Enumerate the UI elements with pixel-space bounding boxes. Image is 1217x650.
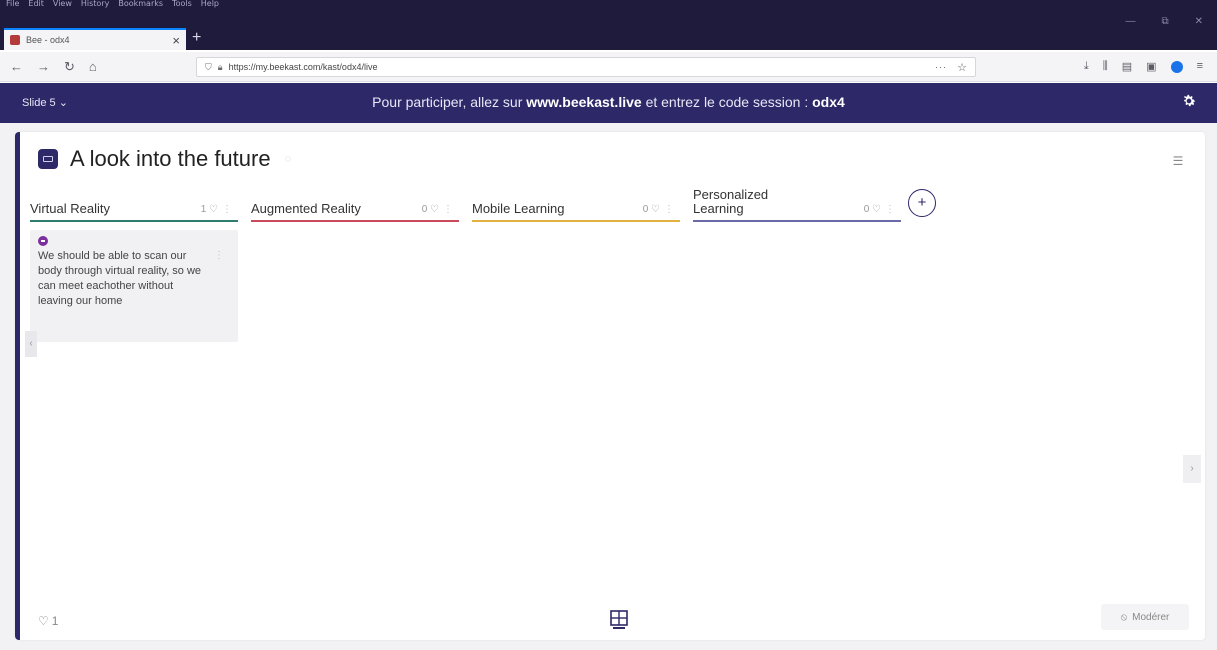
browser-tabbar: Bee - odx4 × + — ⧉ ✕ (0, 10, 1217, 50)
column-name: Virtual Reality (30, 201, 110, 216)
menu-view[interactable]: View (53, 0, 72, 8)
menu-bookmarks[interactable]: Bookmarks (118, 0, 163, 8)
session-site: www.beekast.live (526, 94, 642, 110)
menu-edit[interactable]: Edit (28, 0, 44, 8)
scroll-right-arrow-icon[interactable]: › (1183, 455, 1201, 483)
lock-icon[interactable]: 🔒︎ (218, 62, 223, 73)
idea-options-icon[interactable]: ⋮ (214, 250, 224, 261)
scroll-left-arrow-icon[interactable]: ‹ (25, 331, 37, 357)
session-instructions: Pour participer, allez sur www.beekast.l… (0, 94, 1217, 110)
tab-title: Bee - odx4 (26, 35, 70, 45)
column-color-bar (693, 220, 901, 222)
column-name: Augmented Reality (251, 201, 361, 216)
add-column-button[interactable]: + (908, 189, 936, 217)
column-name: Mobile Learning (472, 201, 565, 216)
column-name: Personalized Learning (693, 187, 769, 216)
column-options-icon[interactable]: ⋮ (443, 204, 453, 215)
board-layout-icon[interactable] (610, 610, 628, 630)
brainstorm-card: A look into the future ◌ ☰ Virtual Reali… (15, 132, 1205, 640)
browser-menubar: File Edit View History Bookmarks Tools H… (0, 0, 1217, 10)
minimize-icon[interactable]: — (1125, 16, 1135, 27)
activity-icon (38, 149, 58, 169)
page-actions-icon[interactable]: ··· (935, 62, 947, 72)
new-tab-icon[interactable]: + (192, 29, 201, 47)
home-icon[interactable]: ⌂ (89, 59, 97, 75)
url-bar[interactable]: ⛉ 🔒︎ https://my.beekast.com/kast/odx4/li… (196, 57, 976, 77)
hamburger-menu-icon[interactable]: ≡ (1197, 60, 1203, 73)
column-like-count: 0 ♡ (421, 204, 439, 215)
maximize-icon[interactable]: ⧉ (1161, 16, 1168, 27)
column-color-bar (30, 220, 238, 222)
browser-navbar: ← → ↻ ⌂ ⛉ 🔒︎ https://my.beekast.com/kast… (0, 52, 1217, 82)
window-controls: — ⧉ ✕ (1125, 16, 1203, 27)
sidebar-icon[interactable]: ▤ (1122, 60, 1132, 73)
column-personalized-learning[interactable]: Personalized Learning 0 ♡ ⋮ (693, 185, 901, 222)
moderate-label: Modérer (1132, 611, 1170, 623)
moderate-button[interactable]: ⦸ Modérer (1101, 604, 1189, 630)
board-menu-icon[interactable]: ☰ (1167, 154, 1189, 172)
close-tab-icon[interactable]: × (172, 33, 180, 48)
menu-file[interactable]: File (6, 0, 19, 8)
column-options-icon[interactable]: ⋮ (664, 204, 674, 215)
board-title-row: A look into the future ◌ (38, 146, 291, 172)
moderate-shield-icon: ⦸ (1120, 611, 1128, 623)
menu-tools[interactable]: Tools (172, 0, 192, 8)
column-like-count: 0 ♡ (642, 204, 660, 215)
back-icon[interactable]: ← (10, 59, 23, 75)
page-title: A look into the future (70, 146, 271, 171)
lightbulb-icon: ◌ (284, 153, 292, 165)
settings-gear-icon[interactable] (1181, 93, 1197, 109)
column-virtual-reality[interactable]: Virtual Reality 1 ♡ ⋮ (30, 185, 238, 222)
column-color-bar (251, 220, 459, 222)
board-stage: A look into the future ◌ ☰ Virtual Reali… (0, 123, 1217, 650)
participant-avatar-icon (38, 236, 48, 246)
pocket-icon[interactable]: ▣ (1146, 60, 1156, 73)
idea-text: We should be able to scan our body throu… (38, 250, 202, 307)
library-icon[interactable]: ⫼ (1103, 60, 1108, 73)
idea-card[interactable]: We should be able to scan our body throu… (30, 230, 238, 342)
session-header: Slide 5 ⌄ Pour participer, allez sur www… (0, 83, 1217, 123)
column-like-count: 0 ♡ (863, 204, 881, 215)
reload-icon[interactable]: ↻ (64, 59, 75, 75)
bookmark-star-icon[interactable]: ☆ (957, 61, 967, 74)
close-window-icon[interactable]: ✕ (1195, 16, 1203, 27)
download-icon[interactable]: ⤓ (1084, 60, 1089, 73)
total-ideas-count: 1 (51, 614, 59, 628)
browser-tab[interactable]: Bee - odx4 × (4, 28, 186, 50)
column-mobile-learning[interactable]: Mobile Learning 0 ♡ ⋮ (472, 185, 680, 222)
extension-icon[interactable] (1170, 61, 1183, 73)
total-ideas-counter: ♡ 1 (38, 614, 58, 628)
forward-icon[interactable]: → (37, 59, 50, 75)
url-text[interactable]: https://my.beekast.com/kast/odx4/live (229, 62, 936, 72)
column-augmented-reality[interactable]: Augmented Reality 0 ♡ ⋮ (251, 185, 459, 222)
session-prefix: Pour participer, allez sur (372, 94, 527, 110)
menu-history[interactable]: History (81, 0, 109, 8)
lightbulb-icon: ♡ (38, 614, 49, 628)
column-options-icon[interactable]: ⋮ (222, 204, 232, 215)
column-options-icon[interactable]: ⋮ (885, 204, 895, 215)
beekast-favicon-icon (10, 35, 20, 45)
session-code: odx4 (812, 94, 845, 110)
column-color-bar (472, 220, 680, 222)
menu-help[interactable]: Help (201, 0, 219, 8)
column-like-count: 1 ♡ (200, 204, 218, 215)
tracking-shield-icon[interactable]: ⛉ (205, 62, 212, 73)
session-middle: et entrez le code session : (641, 94, 813, 110)
